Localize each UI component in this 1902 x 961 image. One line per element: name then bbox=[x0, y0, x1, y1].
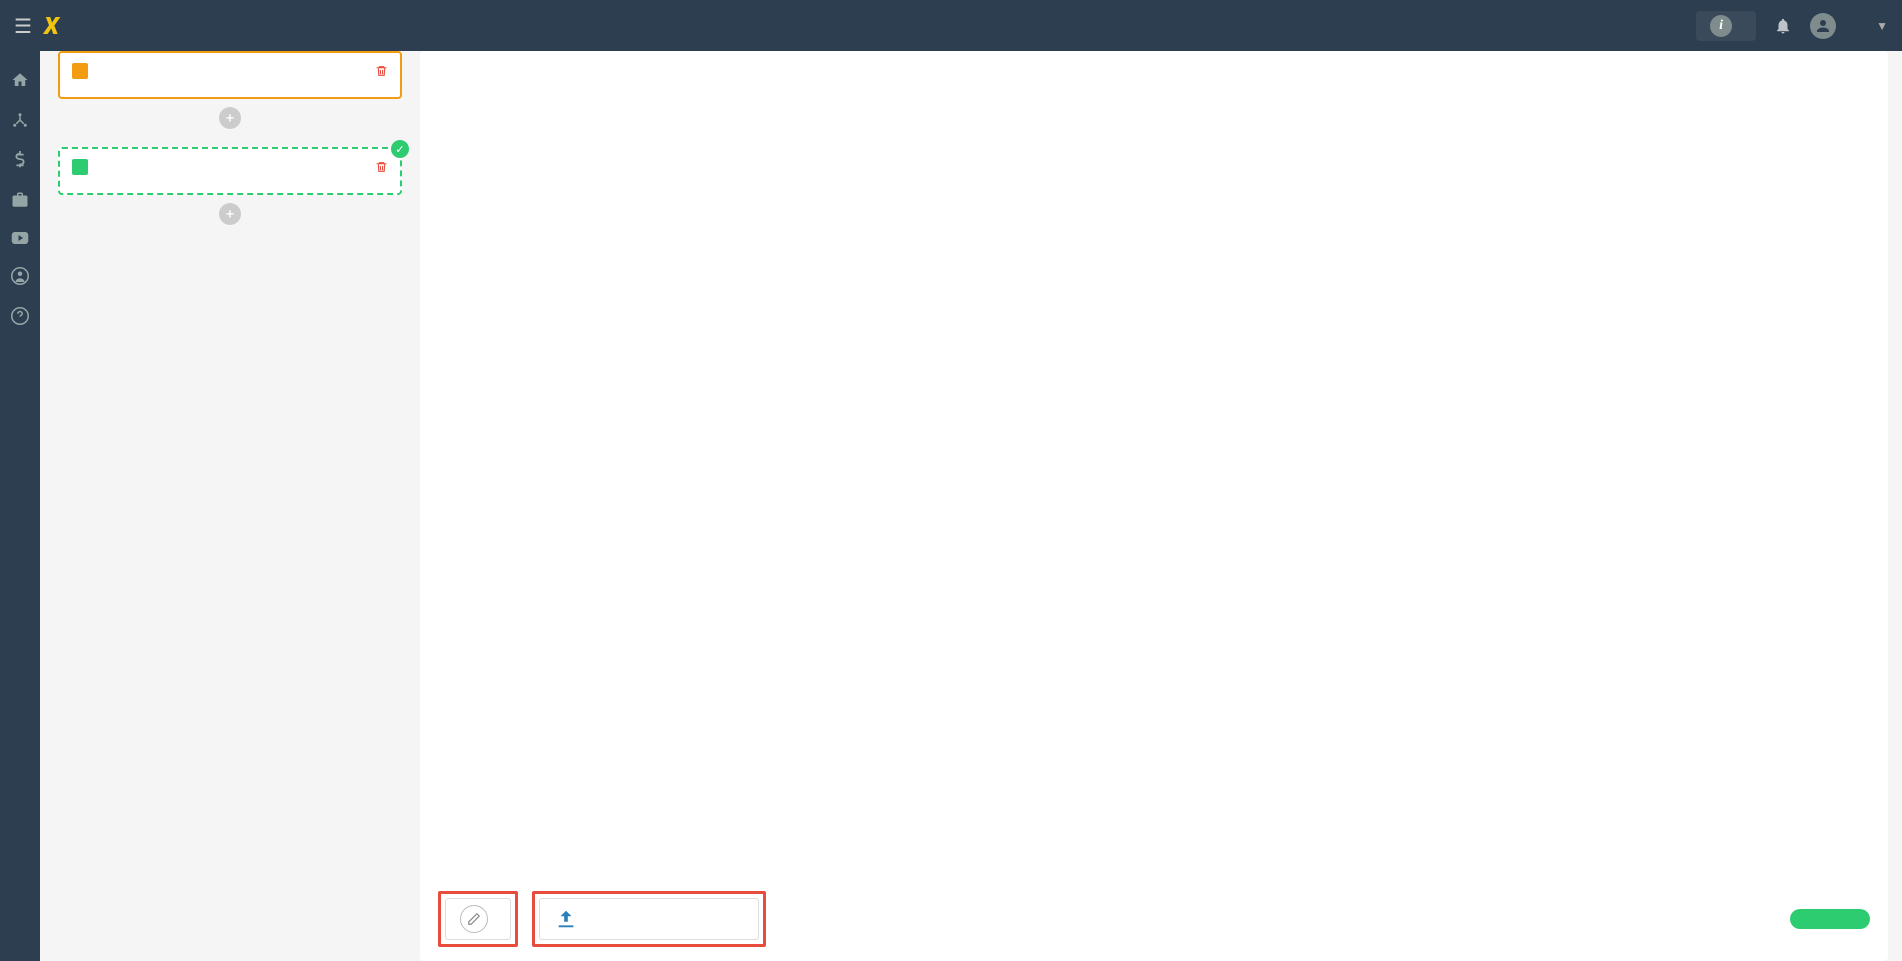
edit-button[interactable] bbox=[445, 898, 511, 940]
user-menu[interactable]: ▼ bbox=[1810, 13, 1888, 39]
billing-icon[interactable] bbox=[14, 151, 26, 169]
send-test-button[interactable] bbox=[539, 898, 759, 940]
app-header: ☰ X i ▼ bbox=[0, 0, 1902, 51]
delete-icon[interactable] bbox=[375, 64, 388, 78]
video-icon[interactable] bbox=[11, 231, 29, 245]
chevron-down-icon: ▼ bbox=[1876, 19, 1888, 33]
avatar-icon bbox=[1810, 13, 1836, 39]
logo[interactable]: X bbox=[44, 12, 59, 40]
steps-panel: + ✓ + bbox=[40, 51, 420, 961]
briefcase-icon[interactable] bbox=[11, 191, 29, 209]
sidebar-nav bbox=[0, 51, 40, 961]
delete-icon[interactable] bbox=[375, 160, 388, 174]
upload-icon bbox=[554, 908, 578, 930]
step-search-card[interactable] bbox=[58, 51, 402, 99]
send-highlight bbox=[532, 891, 766, 947]
check-icon: ✓ bbox=[391, 140, 409, 158]
continue-button[interactable] bbox=[1790, 909, 1870, 929]
account-icon[interactable] bbox=[11, 267, 29, 285]
step-number bbox=[72, 63, 88, 79]
main-panel bbox=[420, 51, 1888, 961]
logo-x-icon: X bbox=[44, 12, 59, 40]
add-step-button[interactable]: + bbox=[219, 107, 241, 129]
connections-icon[interactable] bbox=[11, 111, 29, 129]
step-receive-card[interactable]: ✓ bbox=[58, 147, 402, 195]
add-step-button[interactable]: + bbox=[219, 203, 241, 225]
home-icon[interactable] bbox=[11, 71, 29, 89]
action-bar bbox=[420, 877, 1888, 961]
pencil-icon bbox=[460, 905, 488, 933]
info-icon: i bbox=[1710, 15, 1732, 37]
columns-table bbox=[420, 51, 1888, 877]
actions-counter[interactable]: i bbox=[1696, 11, 1756, 41]
notifications-icon[interactable] bbox=[1774, 17, 1792, 35]
edit-highlight bbox=[438, 891, 518, 947]
menu-toggle[interactable]: ☰ bbox=[14, 14, 32, 38]
step-number bbox=[72, 159, 88, 175]
help-icon[interactable] bbox=[11, 307, 29, 325]
